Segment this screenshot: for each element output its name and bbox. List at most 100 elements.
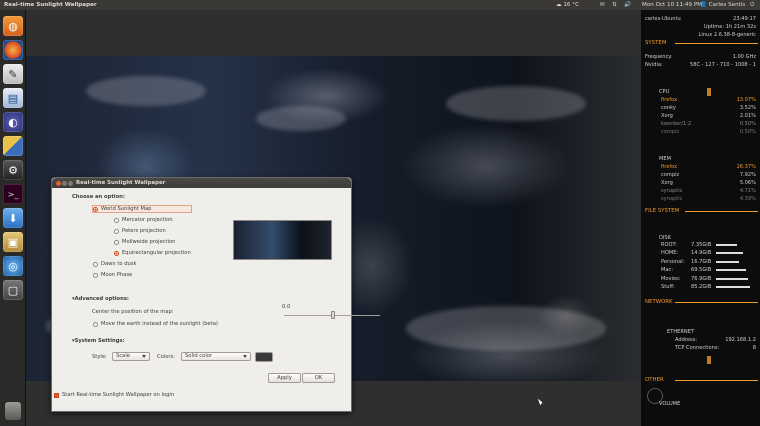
advanced-label: Advanced options: [74,296,129,302]
package-icon[interactable]: ▣ [3,232,23,252]
download-icon[interactable]: ⬇ [3,208,23,228]
launcher: ◍ ✎ ▤ ◐ ⚙ >_ ⬇ ▣ ◎ ▢ [0,10,26,426]
screenshot-icon[interactable]: ▢ [3,280,23,300]
style-combo[interactable]: Scale [112,352,150,361]
ubuntu-home-icon[interactable]: ◍ [3,16,23,36]
disk-name: HOME: [661,250,679,257]
volume-label: VOLUME [659,401,681,407]
sunlight-wallpaper-dialog: Real-time Sunlight Wallpaper Choose an o… [51,177,380,412]
mem-proc-name: synaptic [661,196,683,202]
dialog-title: Real-time Sunlight Wallpaper [76,180,166,186]
network-heading: NETWORK [645,299,673,305]
radio-equirect[interactable] [114,250,119,256]
mem-proc-name: synaptic [661,188,683,194]
colors-combo[interactable]: Solid color [181,352,251,361]
chevron-down-icon [243,355,247,358]
move-earth-option[interactable]: Move the earth instead of the sunlight (… [93,321,218,327]
disk-name: ROOT: [661,242,677,248]
equirect-option[interactable]: Equirectangular projection [114,250,191,256]
mem-proc-value: 4.39% [739,196,756,202]
startup-option[interactable]: Start Real-time Sunlight Wallpaper on lo… [54,392,174,398]
disk-usage-bar [716,252,743,255]
clock[interactable]: Mon Oct 10 11:49 PM [642,0,702,10]
writer-icon[interactable]: ▤ [3,88,23,108]
eclipse-icon[interactable]: ◐ [3,112,23,132]
colors-value: Solid color [185,353,213,359]
dawn-option[interactable]: Dawn to dusk [93,261,137,267]
weather-indicator[interactable]: ☁ 16 °C [556,0,579,10]
radio-move-earth[interactable] [93,321,98,327]
nvidia-value: 58C - 127 - 710 - 1008 - 1 [690,62,756,68]
mem-proc-value: 5.06% [739,180,756,186]
conky-uptime: Uptime: 1h 21m 32s [703,24,756,30]
address-value: 192.168.1.2 [725,337,756,343]
disk-usage-bar [716,286,750,288]
disk-value: 7.35GiB [691,242,712,248]
network-divider [675,302,758,303]
frequency-label: Frequency: [645,54,673,60]
moon-option[interactable]: Moon Phase [93,272,132,278]
mem-proc-name: firefox [661,164,678,170]
cpu-proc-value: 3.52% [739,105,756,111]
dialog-titlebar[interactable]: Real-time Sunlight Wallpaper [52,178,351,188]
cpu-proc-name: firefox [661,97,678,103]
mercator-label: Mercator projection [122,217,173,223]
conky-host: carles-Ubuntu [645,16,681,22]
color-picker-button[interactable] [255,352,273,362]
user-menu[interactable]: 👤 Carles Sentís [700,0,745,10]
text-editor-icon[interactable]: ✎ [3,64,23,84]
radio-world[interactable] [93,206,98,212]
cpu-proc-name: Xorg [661,113,673,119]
close-icon[interactable] [56,180,61,186]
conky-monitor: carles-Ubuntu 23:49:17 Uptime: 1h 21m 32… [641,10,760,426]
mem-proc-name: compiz [661,172,680,178]
mail-icon[interactable]: ✉ [600,0,605,10]
ok-button[interactable]: OK [302,373,335,383]
power-icon[interactable]: ⏻ [750,0,754,10]
system-heading: SYSTEM [645,40,667,46]
world-sunlight-option[interactable]: World Sunlight Map [93,206,151,212]
radio-mercator[interactable] [114,217,119,223]
radio-mollweide[interactable] [114,239,119,245]
equirect-label: Equirectangular projection [122,250,191,256]
peters-option[interactable]: Peters projection [114,228,166,234]
style-label: Style: [92,354,107,360]
cpu-label: CPU [659,89,670,95]
volume-icon[interactable]: 🔊 [624,0,631,10]
cpu-proc-name: conky [661,105,676,111]
workspaces-icon[interactable] [3,136,23,156]
maximize-icon[interactable] [68,180,73,186]
dawn-label: Dawn to dusk [101,261,137,267]
network-graph [675,356,755,364]
firefox-icon[interactable] [3,40,23,60]
mercator-option[interactable]: Mercator projection [114,217,173,223]
radio-moon[interactable] [93,272,98,278]
disk-name: Stuff: [661,284,675,290]
world-label: World Sunlight Map [101,206,152,212]
startup-checkbox[interactable] [54,392,59,398]
trash-icon[interactable] [5,402,21,420]
peters-label: Peters projection [122,228,166,234]
chevron-down-icon [142,355,146,358]
advanced-expander[interactable]: ▾Advanced options: [72,296,129,302]
active-window-title: Real-time Sunlight Wallpaper [4,2,97,8]
network-icon[interactable]: ⇅ [612,0,617,10]
apply-button[interactable]: Apply [268,373,301,383]
system-expander[interactable]: ▾System Settings: [72,338,125,344]
disk-name: Mac: [661,267,674,274]
globe-icon[interactable]: ◎ [3,256,23,276]
colors-label: Colors: [157,354,175,360]
radio-peters[interactable] [114,228,119,234]
minimize-icon[interactable] [62,180,67,186]
terminal-icon[interactable]: >_ [3,184,23,204]
nvidia-label: Nvidia: [645,62,663,68]
center-slider-thumb[interactable] [331,311,335,319]
settings-icon[interactable]: ⚙ [3,160,23,180]
mollweide-option[interactable]: Mollweide projection [114,239,175,245]
radio-dawn[interactable] [93,261,98,267]
mem-label: MEM [659,156,672,162]
map-preview [233,220,332,260]
disk-value: 16.7GiB [691,258,712,265]
disk-usage-bar [716,277,748,280]
disk-name: Personal: [661,258,685,265]
